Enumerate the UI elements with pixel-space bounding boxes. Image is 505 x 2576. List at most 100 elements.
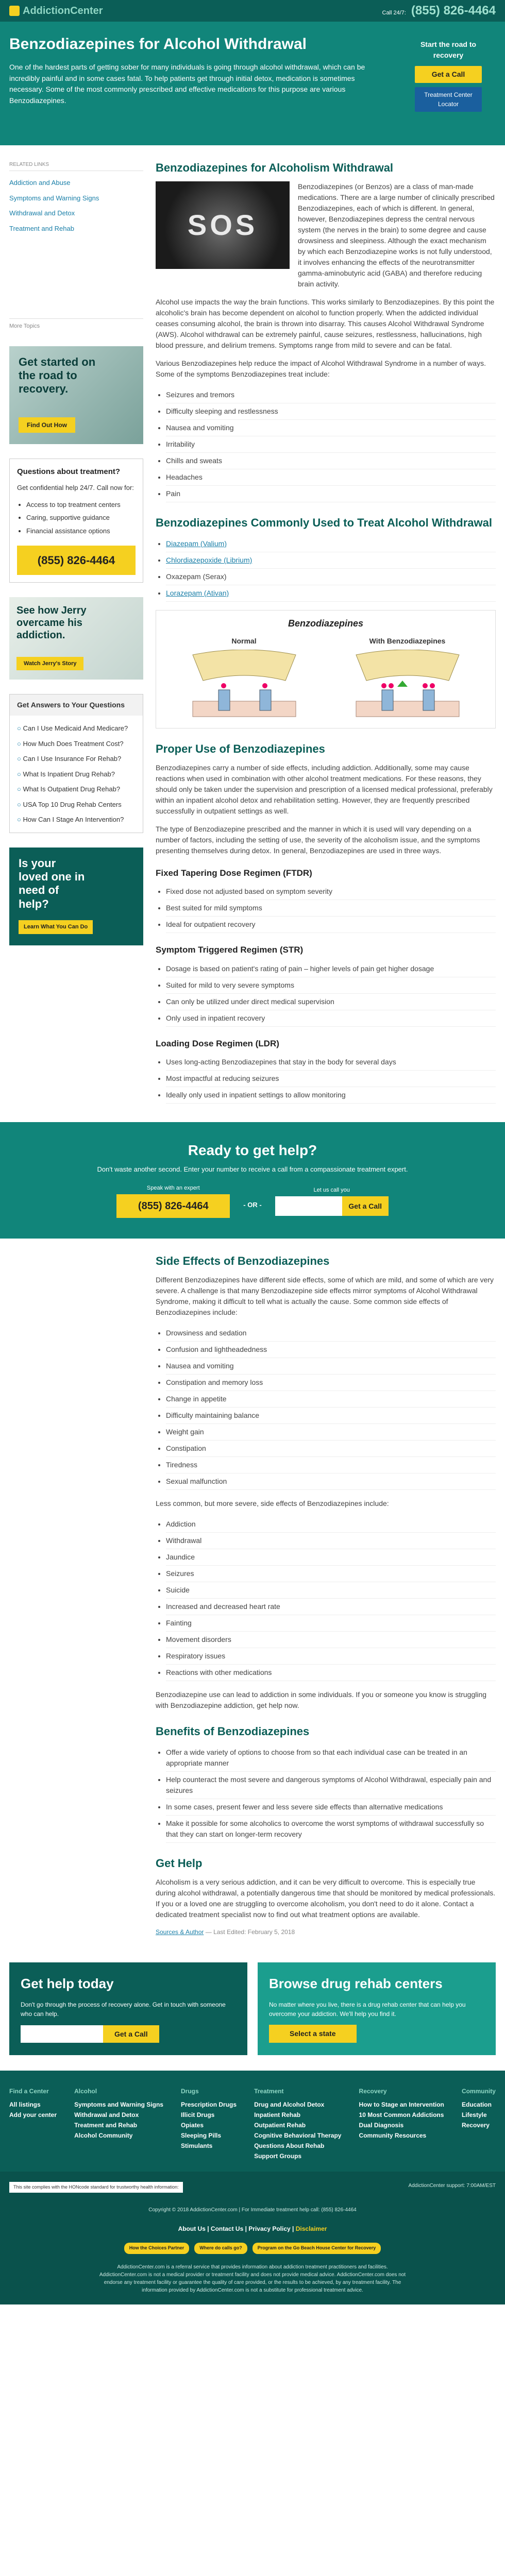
footer-col: Drugs Prescription Drugs Illicit Drugs O…: [181, 2086, 237, 2161]
browse-title: Browse drug rehab centers: [269, 1975, 443, 1991]
contact-link[interactable]: Contact Us: [211, 2225, 243, 2232]
cta-phone-button[interactable]: (855) 826-4464: [116, 1194, 230, 1218]
recovery-promo: Get started on the road to recovery. Fin…: [9, 346, 143, 444]
footer-link[interactable]: Cognitive Behavioral Therapy: [254, 2130, 341, 2141]
diagram-label-benzo: With Benzodiazepines: [369, 637, 446, 645]
phone-input[interactable]: [21, 2025, 103, 2043]
header-phone[interactable]: (855) 826-4464: [411, 4, 496, 18]
browse-centers-box: Browse drug rehab centers No matter wher…: [258, 1962, 496, 2055]
footer-link[interactable]: Illicit Drugs: [181, 2110, 237, 2120]
footer-link[interactable]: 10 Most Common Addictions: [359, 2110, 444, 2120]
membrane: [356, 701, 459, 717]
list-item: Withdrawal: [166, 1533, 496, 1549]
answer-link[interactable]: How Can I Stage An Intervention?: [17, 812, 136, 827]
hero-cta: Start the road to recovery Get a Call Tr…: [407, 39, 490, 112]
sidebar-link[interactable]: Treatment and Rehab: [9, 221, 143, 236]
neuron-top: [355, 650, 460, 681]
list-item: Diazepam (Valium): [166, 536, 496, 552]
diagram-panels: Normal With Benzodiazepines: [162, 636, 489, 722]
footer-link[interactable]: Community Resources: [359, 2130, 444, 2141]
sidebar-phone-button[interactable]: (855) 826-4464: [17, 546, 136, 575]
footer-link[interactable]: Lifestyle: [462, 2110, 496, 2120]
content-wrap: Related Links Addiction and Abuse Sympto…: [0, 145, 505, 1112]
paragraph: Different Benzodiazepines have different…: [156, 1275, 494, 1316]
hero-cta-title: Start the road to recovery: [420, 40, 477, 59]
footer-link[interactable]: Sleeping Pills: [181, 2130, 237, 2141]
list-item: Respiratory issues: [166, 1648, 496, 1665]
site-logo[interactable]: AddictionCenter: [9, 3, 103, 19]
footer-link[interactable]: Drug and Alcohol Detox: [254, 2099, 341, 2110]
sidebar-link[interactable]: Addiction and Abuse: [9, 175, 143, 191]
membrane: [192, 701, 296, 717]
answer-link[interactable]: USA Top 10 Drug Rehab Centers: [17, 797, 136, 812]
about-link[interactable]: About Us: [178, 2225, 206, 2232]
find-out-how-button[interactable]: Find Out How: [19, 417, 75, 433]
more-topics[interactable]: More Topics: [9, 318, 143, 331]
main-content-2: Side Effects of Benzodiazepines Differen…: [156, 1239, 496, 1952]
footer-link[interactable]: Symptoms and Warning Signs: [74, 2099, 163, 2110]
treatment-locator-button[interactable]: Treatment Center Locator: [415, 87, 482, 112]
footer-link[interactable]: Prescription Drugs: [181, 2099, 237, 2110]
main-content: Benzodiazepines for Alcoholism Withdrawa…: [156, 145, 496, 1112]
list-item: Best suited for mild symptoms: [166, 900, 496, 917]
diagram-panel-benzo: With Benzodiazepines: [346, 636, 469, 722]
footer-link[interactable]: Treatment and Rehab: [74, 2120, 163, 2130]
logo-icon: [9, 6, 20, 16]
footer-link[interactable]: Stimulants: [181, 2141, 237, 2151]
footer-link[interactable]: All listings: [9, 2099, 57, 2110]
drug-link[interactable]: Lorazepam (Ativan): [166, 589, 229, 597]
phone-number-input[interactable]: [275, 1196, 342, 1216]
footer-badge[interactable]: Where do calls go?: [194, 2243, 247, 2254]
footer-badge[interactable]: How the Choices Partner: [124, 2243, 190, 2254]
footer-link[interactable]: Support Groups: [254, 2151, 341, 2161]
footer-col-head: Recovery: [359, 2087, 387, 2095]
privacy-link[interactable]: Privacy Policy: [248, 2225, 290, 2232]
copyright: Copyright © 2018 AddictionCenter.com | F…: [148, 2207, 357, 2213]
get-a-call-button[interactable]: Get a Call: [415, 66, 482, 83]
list-item: Offer a wide variety of options to choos…: [166, 1744, 496, 1772]
sidebar-link[interactable]: Withdrawal and Detox: [9, 206, 143, 221]
list-item: Nausea and vomiting: [166, 1358, 496, 1375]
sos-image: SOS: [156, 181, 290, 269]
learn-button[interactable]: Learn What You Can Do: [19, 920, 93, 934]
footer-link[interactable]: Dual Diagnosis: [359, 2120, 444, 2130]
help-get-call-button[interactable]: Get a Call: [103, 2025, 159, 2043]
disclaimer-link[interactable]: Disclaimer: [296, 2225, 327, 2232]
footer-link[interactable]: Opiates: [181, 2120, 237, 2130]
footer-link[interactable]: Add your center: [9, 2110, 57, 2120]
footer-link[interactable]: Alcohol Community: [74, 2130, 163, 2141]
sources-link[interactable]: Sources & Author: [156, 1928, 204, 1936]
footer-badge[interactable]: Program on the Go Beach House Center for…: [252, 2243, 381, 2254]
footer-link[interactable]: Inpatient Rehab: [254, 2110, 341, 2120]
hon-badge[interactable]: This site complies with the HONcode stan…: [9, 2181, 183, 2193]
help-today-title: Get help today: [21, 1975, 114, 1991]
paragraph: Benzodiazepines carry a number of side e…: [156, 763, 493, 815]
footer-link[interactable]: Withdrawal and Detox: [74, 2110, 163, 2120]
sidebar-link[interactable]: Symptoms and Warning Signs: [9, 191, 143, 206]
gaba-dot: [262, 683, 267, 688]
watch-story-button[interactable]: Watch Jerry's Story: [16, 656, 84, 670]
story-promo: See how Jerry overcame his addiction. Wa…: [9, 597, 143, 680]
gaba-dot: [388, 683, 394, 688]
header-phone-group[interactable]: Call 24/7: (855) 826-4464: [382, 2, 496, 20]
footer-link[interactable]: How to Stage an Intervention: [359, 2099, 444, 2110]
drug-link[interactable]: Diazepam (Valium): [166, 539, 227, 548]
footer-link[interactable]: Recovery: [462, 2120, 496, 2130]
answer-link[interactable]: How Much Does Treatment Cost?: [17, 736, 136, 752]
state-select[interactable]: Select a state: [269, 2024, 357, 2043]
drug-link[interactable]: Chlordiazepoxide (Librium): [166, 556, 252, 564]
footer-link[interactable]: Outpatient Rehab: [254, 2120, 341, 2130]
footer-link[interactable]: Questions About Rehab: [254, 2141, 341, 2151]
footer-link[interactable]: Education: [462, 2099, 496, 2110]
answer-link[interactable]: What Is Outpatient Drug Rehab?: [17, 782, 136, 797]
answer-link[interactable]: Can I Use Medicaid And Medicare?: [17, 721, 136, 736]
header-phone-prefix: Call 24/7:: [382, 10, 406, 16]
page-title: Benzodiazepines for Alcohol Withdrawal: [9, 36, 307, 53]
loved-one-promo: Is your loved one in need of help? Learn…: [9, 847, 143, 945]
answer-link[interactable]: What Is Inpatient Drug Rehab?: [17, 767, 136, 782]
answer-link[interactable]: Can I Use Insurance For Rehab?: [17, 751, 136, 767]
hero-text: One of the hardest parts of getting sobe…: [9, 63, 365, 105]
drug-name: Oxazepam (Serax): [166, 572, 227, 581]
cta-get-call-button[interactable]: Get a Call: [342, 1196, 389, 1216]
paragraph: Alcohol use impacts the way the brain fu…: [156, 297, 495, 349]
